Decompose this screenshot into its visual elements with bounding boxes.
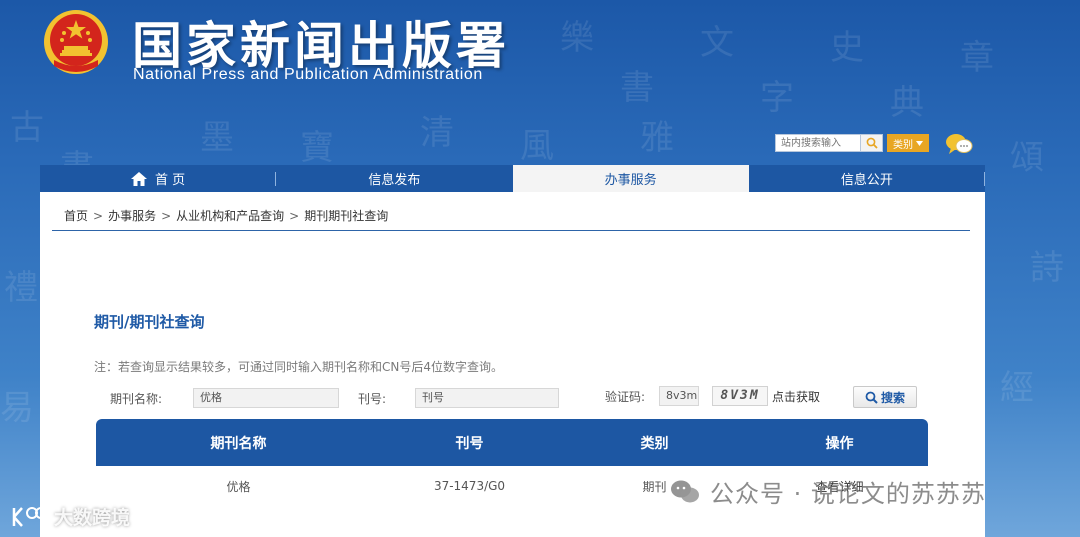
captcha-label: 验证码: (605, 390, 646, 404)
nav-item-services[interactable]: 办事服务 (512, 165, 749, 192)
category-dropdown[interactable]: 类别 (887, 134, 929, 152)
chevron-down-icon (916, 140, 923, 146)
main-nav: 首 页 信息发布 办事服务 信息公开 (40, 165, 985, 192)
watermark-left: 大数跨境 (10, 503, 130, 530)
search-icon (865, 391, 878, 404)
nav-divider (984, 172, 985, 186)
captcha-input[interactable]: 8v3m (659, 386, 699, 406)
chat-icon[interactable] (945, 133, 973, 155)
national-emblem-icon (44, 10, 108, 74)
search-icon (866, 137, 878, 149)
nav-item-label: 信息公开 (840, 173, 893, 188)
nav-item-label: 信息发布 (368, 173, 421, 188)
nav-item-info-release[interactable]: 信息发布 (276, 165, 512, 192)
breadcrumb-item-org-query[interactable]: 从业机构和产品查询 (176, 209, 284, 223)
home-icon (131, 171, 148, 186)
column-header-type: 类别 (640, 435, 669, 452)
column-header-name: 期刊名称 (210, 435, 267, 452)
wechat-icon (671, 480, 699, 502)
nav-item-home[interactable]: 首 页 (40, 165, 277, 192)
breadcrumb-item-home[interactable]: 首页 (64, 209, 88, 223)
category-label: 类别 (893, 139, 913, 151)
breadcrumb-item-services[interactable]: 办事服务 (108, 209, 156, 223)
cell-cn: 37-1473/G0 (433, 479, 506, 493)
breadcrumb-separator: > (93, 209, 104, 223)
page-title: 期刊/期刊社查询 (94, 313, 205, 331)
breadcrumb-item-current: 期刊期刊社查询 (304, 209, 389, 223)
results-table-header: 期刊名称 刊号 类别 操作 (96, 419, 928, 466)
query-note: 注：若查询显示结果较多，可通过同时输入期刊名称和CN号后4位数字查询。 (94, 360, 503, 374)
watermark-left-text: 大数跨境 (54, 507, 131, 529)
breadcrumb-separator: > (289, 209, 300, 223)
captcha-refresh-link[interactable]: 点击获取 (772, 388, 820, 405)
journal-name-input[interactable]: 优格 (193, 388, 339, 408)
site-search: 类别 (775, 134, 929, 152)
column-header-cn: 刊号 (455, 435, 484, 452)
site-search-input[interactable] (775, 134, 861, 152)
watermark-right-text: 公众号 · 说论文的苏苏苏 (710, 480, 986, 508)
search-button-label: 搜索 (880, 390, 905, 405)
site-title-en: National Press and Publication Administr… (133, 66, 483, 83)
breadcrumb: 首页 > 办事服务 > 从业机构和产品查询 > 期刊期刊社查询 (64, 207, 388, 224)
column-header-action: 操作 (825, 435, 854, 452)
nav-item-info-disclosure[interactable]: 信息公开 (749, 165, 985, 192)
journal-name-label: 期刊名称: (110, 392, 163, 406)
cell-journal-name: 优格 (226, 479, 251, 494)
captcha-image[interactable]: 8V3M (712, 386, 768, 406)
breadcrumb-divider (52, 230, 970, 231)
nav-item-label: 首 页 (155, 173, 186, 188)
breadcrumb-separator: > (161, 209, 172, 223)
logo-icon (12, 506, 47, 527)
nav-item-label: 办事服务 (604, 173, 657, 188)
search-button[interactable]: 搜索 (853, 386, 917, 408)
watermark-wechat: 公众号 · 说论文的苏苏苏 (670, 474, 986, 509)
cn-label: 刊号: (358, 392, 387, 406)
site-search-button[interactable] (861, 134, 883, 152)
cn-input[interactable]: 刊号 (415, 388, 559, 408)
